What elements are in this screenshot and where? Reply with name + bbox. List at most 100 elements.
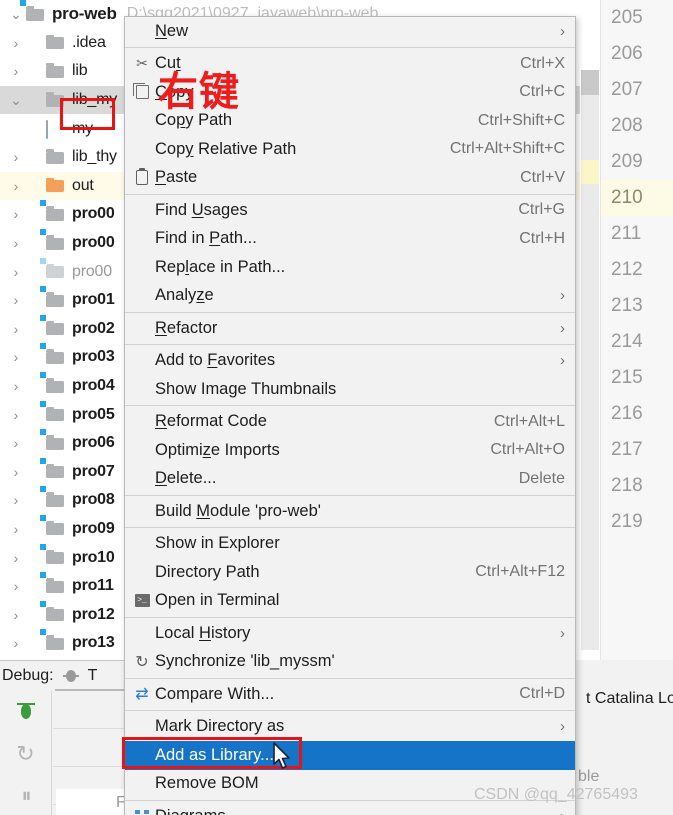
chevron-right-icon[interactable]: ›	[6, 607, 26, 623]
tree-item-label: lib_thy	[72, 148, 117, 166]
editor-line-number: 212	[611, 259, 643, 280]
tree-item-label: pro00	[72, 205, 115, 223]
menu-item-label: Build Module 'pro-web'	[155, 501, 321, 520]
menu-item-label: Add as Library...	[155, 745, 274, 764]
chevron-right-icon[interactable]: ›	[6, 521, 26, 537]
menu-item-label: Synchronize 'lib_myssm'	[155, 652, 335, 671]
chevron-down-icon[interactable]: ⌄	[6, 6, 26, 23]
rerun-icon[interactable]: ↻	[13, 741, 39, 767]
menu-item-directory-path[interactable]: Directory Path Ctrl+Alt+F12	[125, 558, 575, 587]
menu-item-mark-directory-as[interactable]: Mark Directory as ›	[125, 713, 575, 742]
menu-item-shortcut: Ctrl+Alt+F12	[475, 563, 565, 581]
tree-item-label: pro05	[72, 405, 115, 423]
tree-item-label: pro03	[72, 348, 115, 366]
chevron-right-icon[interactable]: ›	[6, 264, 26, 280]
module-icon	[39, 599, 66, 623]
menu-item-new[interactable]: New ›	[125, 17, 575, 46]
step-over-icon[interactable]: ⏸	[13, 783, 39, 809]
menu-item-find-usages[interactable]: Find Usages Ctrl+G	[125, 196, 575, 225]
module-icon	[19, 0, 46, 22]
tree-item-label: pro11	[72, 577, 114, 595]
menu-item-shortcut: Ctrl+Alt+O	[490, 441, 565, 459]
menu-item-delete[interactable]: Delete... Delete	[125, 465, 575, 494]
tree-item-label: pro07	[72, 462, 115, 480]
menu-item-label: Diagrams	[153, 807, 541, 815]
menu-item-local-history[interactable]: Local History ›	[125, 619, 575, 648]
tree-item-label: pro12	[72, 605, 115, 623]
menu-item-synchronize-lib-myssm[interactable]: ↻ Synchronize 'lib_myssm'	[125, 648, 575, 677]
editor-line-number: 207	[611, 79, 643, 100]
menu-item-add-to-favorites[interactable]: Add to Favorites ›	[125, 347, 575, 376]
chevron-right-icon: ›	[560, 287, 565, 305]
chevron-right-icon[interactable]: ›	[6, 578, 26, 594]
debug-toolbar-rail[interactable]: ↻ ⏸	[0, 691, 52, 815]
module-icon	[39, 513, 66, 537]
chevron-right-icon[interactable]: ›	[6, 492, 26, 508]
editor-line-number: 217	[611, 439, 643, 460]
chevron-right-icon[interactable]: ›	[6, 149, 26, 165]
menu-item-label: Show in Explorer	[155, 534, 280, 553]
menu-item-label: Directory Path	[155, 562, 260, 581]
menu-item-refactor[interactable]: Refactor ›	[125, 314, 575, 343]
debug-resume-bug-icon[interactable]	[13, 699, 39, 725]
menu-item-open-in-terminal[interactable]: >_ Open in Terminal	[125, 587, 575, 616]
chevron-right-icon[interactable]: ›	[6, 635, 26, 651]
tree-item-label: lib_my	[72, 91, 118, 109]
chevron-right-icon: ›	[560, 319, 565, 337]
menu-item-find-in-path[interactable]: Find in Path... Ctrl+H	[125, 225, 575, 254]
bug-icon	[62, 668, 80, 684]
module-icon	[39, 342, 66, 365]
menu-item-add-as-library[interactable]: Add as Library...	[125, 741, 575, 770]
editor-gutter: 205 206 207 208 209 210 211 212 213 214 215 216 217 2…	[600, 0, 673, 660]
menu-item-label: Show Image Thumbnails	[155, 379, 337, 398]
editor-line-number: 206	[611, 43, 643, 64]
menu-item-label: Open in Terminal	[155, 591, 280, 610]
menu-item-reformat-code[interactable]: Reformat Code Ctrl+Alt+L	[125, 408, 575, 437]
chevron-right-icon[interactable]: ›	[6, 550, 26, 566]
menu-item-label: Mark Directory as	[155, 717, 285, 736]
chevron-right-icon[interactable]: ›	[6, 206, 26, 222]
chevron-right-icon[interactable]: ›	[6, 464, 26, 480]
menu-item-build-module-pro-web[interactable]: Build Module 'pro-web'	[125, 497, 575, 526]
module-icon	[39, 371, 66, 394]
menu-item-label: Compare With...	[155, 684, 275, 703]
chevron-right-icon[interactable]: ›	[6, 435, 26, 451]
module-icon	[39, 199, 66, 222]
chevron-down-icon[interactable]: ⌄	[6, 92, 26, 109]
editor-line-number: 205	[611, 7, 643, 28]
tree-item-label: pro10	[72, 548, 115, 566]
chevron-right-icon[interactable]: ›	[6, 292, 26, 308]
menu-item-label: Analyze	[155, 286, 214, 305]
menu-item-analyze[interactable]: Analyze ›	[125, 282, 575, 311]
chevron-right-icon[interactable]: ›	[6, 378, 26, 394]
menu-separator	[125, 311, 575, 313]
menu-item-paste[interactable]: Paste Ctrl+V	[125, 164, 575, 193]
chevron-right-icon: ›	[560, 22, 565, 40]
menu-item-label: Add to Favorites	[155, 351, 276, 370]
diagram-icon	[131, 810, 153, 815]
chevron-right-icon[interactable]: ›	[6, 321, 26, 337]
menu-item-shortcut: Ctrl+C	[519, 83, 565, 101]
partial-text-ble: ble	[578, 768, 600, 785]
menu-item-show-in-explorer[interactable]: Show in Explorer	[125, 530, 575, 559]
menu-item-replace-in-path[interactable]: Replace in Path...	[125, 253, 575, 282]
chevron-right-icon[interactable]: ›	[6, 35, 26, 51]
editor-line-number: 219	[611, 511, 643, 532]
catalina-log-tab[interactable]: t Catalina Log	[586, 690, 673, 708]
menu-separator	[125, 527, 575, 528]
menu-item-compare-with[interactable]: ⇄ Compare With... Ctrl+D	[125, 680, 575, 709]
menu-item-label: Delete...	[155, 469, 217, 488]
menu-item-copy-relative-path[interactable]: Copy Relative Path Ctrl+Alt+Shift+C	[125, 135, 575, 164]
context-menu[interactable]: New › ✂ Cut Ctrl+X Copy Ctrl+C Copy Path Ctrl+Sh…	[124, 16, 576, 815]
debug-config-name: T	[87, 667, 98, 684]
menu-item-show-image-thumbnails[interactable]: Show Image Thumbnails	[125, 375, 575, 404]
chevron-right-icon[interactable]: ›	[6, 349, 26, 365]
menu-item-label: Refactor	[155, 318, 218, 337]
chevron-right-icon[interactable]: ›	[6, 235, 26, 251]
chevron-right-icon[interactable]: ›	[6, 63, 26, 79]
menu-separator	[125, 710, 575, 711]
chevron-right-icon[interactable]: ›	[6, 178, 26, 194]
chevron-right-icon[interactable]: ›	[6, 407, 26, 423]
menu-item-optimize-imports[interactable]: Optimize Imports Ctrl+Alt+O	[125, 436, 575, 465]
menu-item-label: Replace in Path...	[155, 257, 286, 276]
